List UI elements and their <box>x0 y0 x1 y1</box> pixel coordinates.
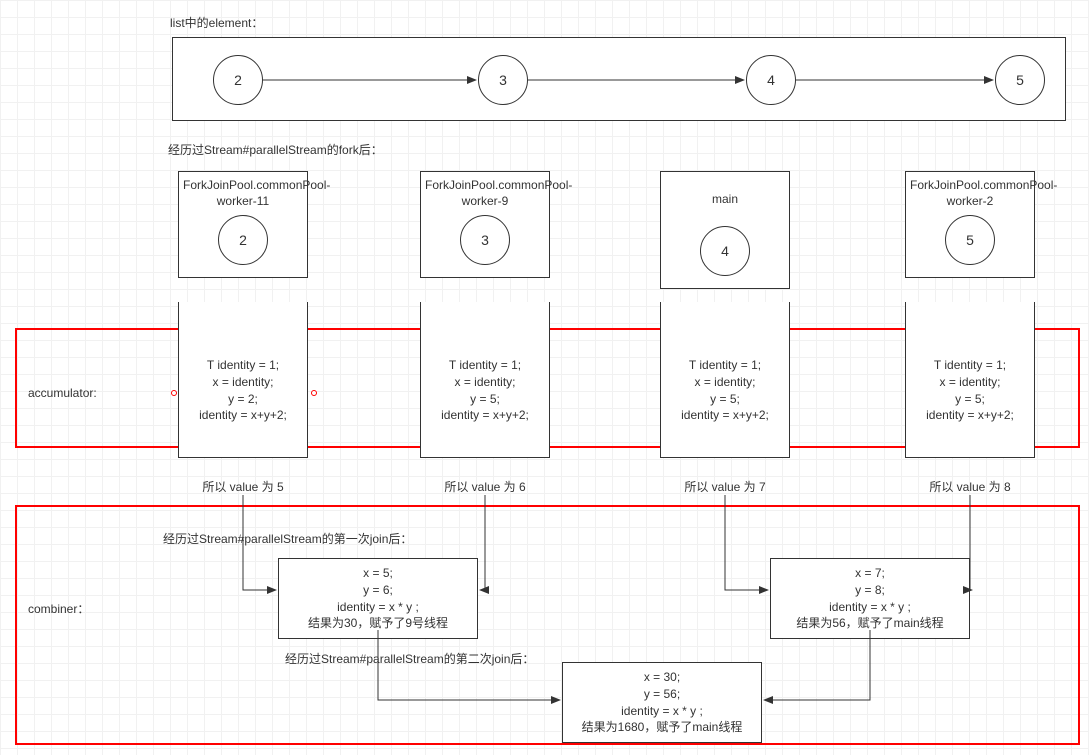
result-1: 所以 value 为 6 <box>420 478 550 495</box>
join-1-l2: y = 8; <box>781 582 959 599</box>
acc-3-l3: y = 5; <box>906 391 1034 408</box>
acc-0-l1: T identity = 1; <box>179 357 307 374</box>
thread-val-1: 3 <box>481 232 489 248</box>
list-node-0: 2 <box>213 55 263 105</box>
acc-1-l1: T identity = 1; <box>421 357 549 374</box>
list-node-1: 3 <box>478 55 528 105</box>
result-3: 所以 value 为 8 <box>905 478 1035 495</box>
acc-1-l2: x = identity; <box>421 374 549 391</box>
acc-box-2: T identity = 1; x = identity; y = 5; ide… <box>660 302 790 458</box>
acc-0-l4: identity = x+y+2; <box>179 407 307 424</box>
thread-val-0: 2 <box>239 232 247 248</box>
list-node-0-val: 2 <box>234 72 242 88</box>
thread-circle-2: 4 <box>700 226 750 276</box>
thread-circle-0: 2 <box>218 215 268 265</box>
list-container <box>172 37 1066 121</box>
join-2-l4: 结果为1680，赋予了main线程 <box>573 719 751 736</box>
label-list-elements: list中的element： <box>170 14 263 31</box>
label-after-fork: 经历过Stream#parallelStream的fork后： <box>168 141 383 158</box>
thread-box-2: main 4 <box>660 171 790 289</box>
acc-0-l3: y = 2; <box>179 391 307 408</box>
join-2-l3: identity = x * y ; <box>573 703 751 720</box>
join-0-l4: 结果为30，赋予了9号线程 <box>289 615 467 632</box>
join-2-l1: x = 30; <box>573 669 751 686</box>
acc-1-l3: y = 5; <box>421 391 549 408</box>
acc-3-l1: T identity = 1; <box>906 357 1034 374</box>
list-node-2: 4 <box>746 55 796 105</box>
acc-2-l3: y = 5; <box>661 391 789 408</box>
acc-1-l4: identity = x+y+2; <box>421 407 549 424</box>
list-node-2-val: 4 <box>767 72 775 88</box>
thread-title-2: main <box>665 192 785 208</box>
result-0: 所以 value 为 5 <box>178 478 308 495</box>
list-node-1-val: 3 <box>499 72 507 88</box>
thread-circle-3: 5 <box>945 215 995 265</box>
handle-right <box>311 390 317 396</box>
list-node-3-val: 5 <box>1016 72 1024 88</box>
join-1-l3: identity = x * y ; <box>781 599 959 616</box>
thread-title-1: ForkJoinPool.commonPool-worker-9 <box>425 178 545 209</box>
handle-left <box>171 390 177 396</box>
join-box-1: x = 7; y = 8; identity = x * y ; 结果为56，赋… <box>770 558 970 639</box>
label-join-1: 经历过Stream#parallelStream的第一次join后： <box>163 530 412 547</box>
acc-2-l1: T identity = 1; <box>661 357 789 374</box>
thread-val-2: 4 <box>721 243 729 259</box>
list-node-3: 5 <box>995 55 1045 105</box>
acc-box-0: T identity = 1; x = identity; y = 2; ide… <box>178 302 308 458</box>
result-2: 所以 value 为 7 <box>660 478 790 495</box>
join-0-l3: identity = x * y ; <box>289 599 467 616</box>
thread-box-0: ForkJoinPool.commonPool-worker-11 2 <box>178 171 308 278</box>
join-box-0: x = 5; y = 6; identity = x * y ; 结果为30，赋… <box>278 558 478 639</box>
join-1-l4: 结果为56，赋予了main线程 <box>781 615 959 632</box>
thread-title-3: ForkJoinPool.commonPool-worker-2 <box>910 178 1030 209</box>
thread-title-0: ForkJoinPool.commonPool-worker-11 <box>183 178 303 209</box>
join-0-l2: y = 6; <box>289 582 467 599</box>
thread-box-1: ForkJoinPool.commonPool-worker-9 3 <box>420 171 550 278</box>
acc-2-l4: identity = x+y+2; <box>661 407 789 424</box>
acc-box-3: T identity = 1; x = identity; y = 5; ide… <box>905 302 1035 458</box>
acc-0-l2: x = identity; <box>179 374 307 391</box>
thread-circle-1: 3 <box>460 215 510 265</box>
join-box-2: x = 30; y = 56; identity = x * y ; 结果为16… <box>562 662 762 743</box>
join-2-l2: y = 56; <box>573 686 751 703</box>
acc-3-l2: x = identity; <box>906 374 1034 391</box>
acc-box-1: T identity = 1; x = identity; y = 5; ide… <box>420 302 550 458</box>
label-join-2: 经历过Stream#parallelStream的第二次join后： <box>285 650 534 667</box>
join-1-l1: x = 7; <box>781 565 959 582</box>
join-0-l1: x = 5; <box>289 565 467 582</box>
label-accumulator: accumulator: <box>28 386 97 400</box>
thread-box-3: ForkJoinPool.commonPool-worker-2 5 <box>905 171 1035 278</box>
acc-3-l4: identity = x+y+2; <box>906 407 1034 424</box>
label-combiner: combiner： <box>28 600 89 617</box>
acc-2-l2: x = identity; <box>661 374 789 391</box>
thread-val-3: 5 <box>966 232 974 248</box>
